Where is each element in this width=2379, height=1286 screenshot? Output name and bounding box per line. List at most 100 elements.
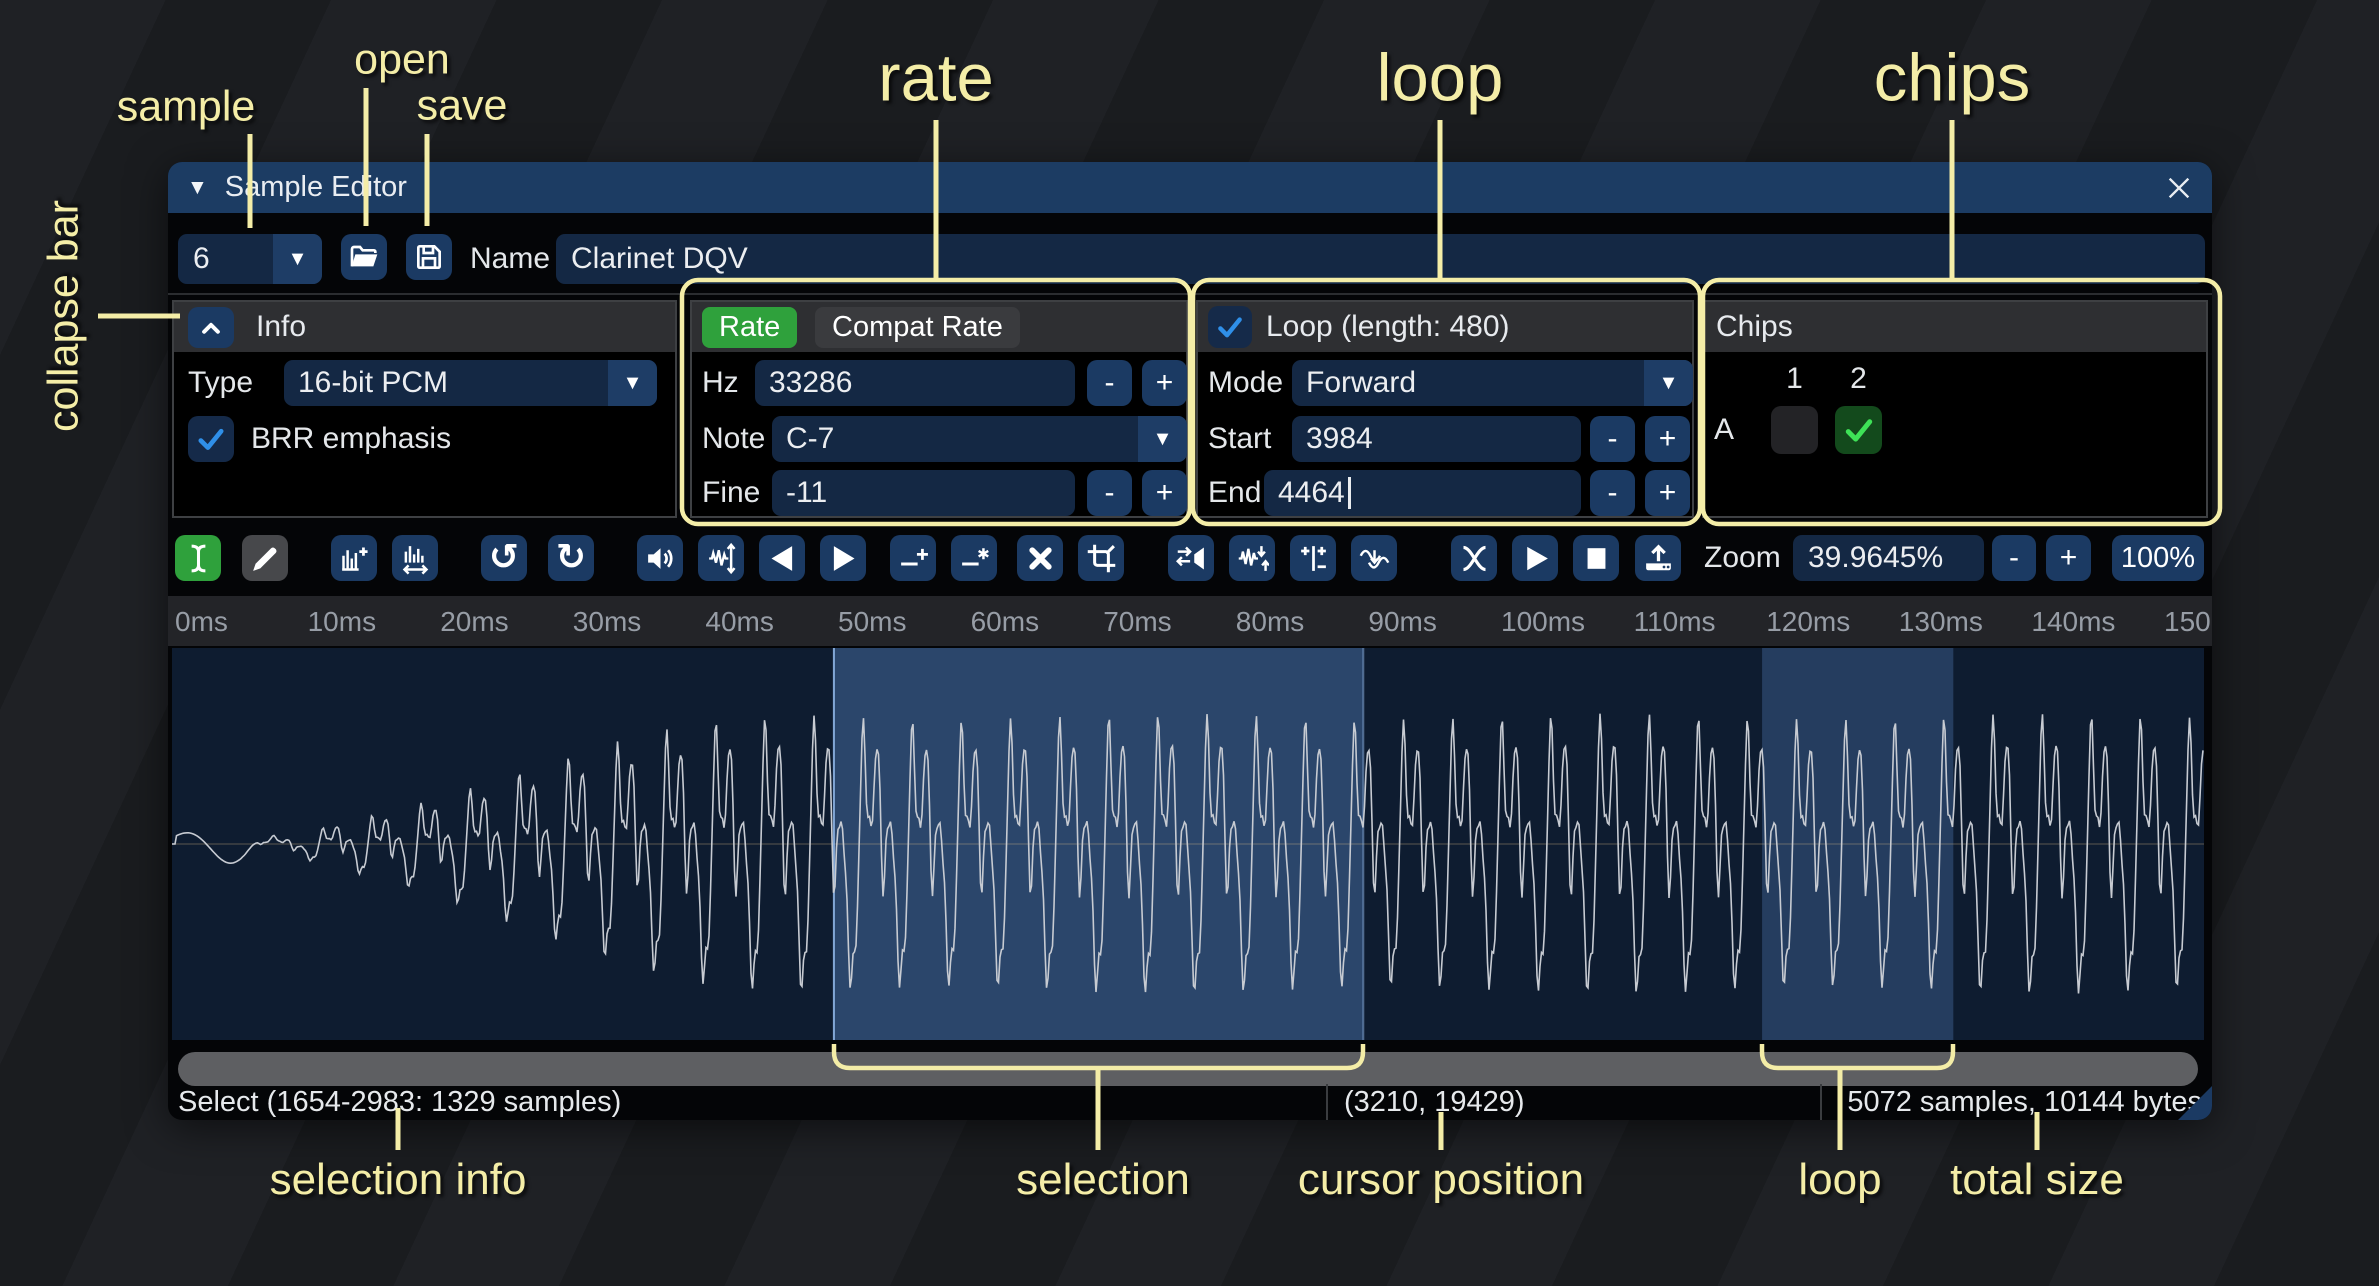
fine-minus-button[interactable]: - [1087, 470, 1132, 516]
loop-end-plus-button[interactable]: + [1645, 470, 1690, 516]
chips-title: Chips [1716, 310, 1793, 344]
fade-out-icon [827, 542, 860, 575]
redo-icon: ↻ [556, 540, 586, 576]
check-icon [193, 421, 229, 457]
annotation-cursor-position: cursor position [1298, 1155, 1584, 1205]
save-floppy-icon [413, 241, 445, 273]
silence-plus-icon [897, 542, 930, 575]
chevron-down-icon: ▼ [1644, 360, 1693, 406]
pencil-icon [249, 542, 282, 575]
insert-silence-button[interactable] [890, 535, 936, 581]
loop-section: Loop (length: 480) Mode Forward ▼ Start … [1196, 300, 1694, 518]
invert-button[interactable] [1229, 535, 1275, 581]
annotation-sample: sample [117, 83, 256, 132]
play-button[interactable] [1512, 535, 1558, 581]
edit-mode-draw-button[interactable] [242, 535, 288, 581]
chip-row-a-label: A [1714, 406, 1734, 454]
window-title: Sample Editor [225, 171, 407, 204]
chip-a2-checkbox[interactable] [1835, 406, 1882, 454]
loop-mode-dropdown[interactable]: Forward ▼ [1292, 360, 1693, 406]
waveform-view[interactable] [172, 648, 2204, 1040]
brr-emphasis-label: BRR emphasis [251, 416, 451, 462]
note-dropdown[interactable]: C-7 ▼ [772, 416, 1187, 462]
resize-grip[interactable] [2178, 1086, 2212, 1120]
wave-invert-icon [1236, 542, 1269, 575]
normalize-button[interactable] [698, 535, 744, 581]
open-sample-button[interactable] [341, 234, 387, 280]
waveform-canvas [172, 648, 2204, 1040]
signed-unsigned-button[interactable] [1290, 535, 1336, 581]
save-sample-button[interactable] [406, 234, 452, 280]
time-ruler[interactable]: 0ms10ms20ms30ms40ms50ms60ms70ms80ms90ms1… [168, 596, 2212, 646]
loop-start-plus-button[interactable]: + [1645, 416, 1690, 462]
status-cursor-position: (3210, 19429) [1344, 1086, 1525, 1118]
zoom-label: Zoom [1704, 533, 1781, 583]
edit-mode-select-button[interactable] [175, 535, 221, 581]
name-input[interactable]: Clarinet DQV [556, 234, 2205, 284]
hz-plus-button[interactable]: + [1142, 360, 1187, 406]
redo-button[interactable]: ↻ [548, 535, 594, 581]
window-collapse-icon[interactable]: ▼ [187, 176, 208, 200]
annotation-chips: chips [1874, 40, 2030, 117]
annotation-loop-bottom: loop [1798, 1155, 1881, 1205]
loop-start-value: 3984 [1306, 422, 1373, 456]
play-icon [1519, 542, 1552, 575]
zoom-out-button[interactable]: - [1992, 535, 2036, 581]
resample-button[interactable] [392, 535, 438, 581]
delete-button[interactable] [1017, 535, 1063, 581]
zoom-reset-button[interactable]: 100% [2112, 535, 2204, 581]
import-button[interactable] [1635, 535, 1681, 581]
loop-enable-checkbox[interactable] [1208, 306, 1252, 348]
sample-number-combo[interactable]: 6 ▼ [178, 234, 322, 284]
annotation-rate: rate [878, 40, 993, 117]
fine-plus-button[interactable]: + [1142, 470, 1187, 516]
undo-button[interactable]: ↺ [481, 535, 527, 581]
close-button[interactable] [2158, 167, 2200, 209]
tab-rate[interactable]: Rate [702, 307, 797, 348]
trim-button[interactable] [1078, 535, 1124, 581]
horizontal-scrollbar[interactable] [178, 1052, 2198, 1086]
chip-a1-checkbox[interactable] [1771, 406, 1818, 454]
chips-section: Chips 1 2 A [1702, 300, 2208, 518]
titlebar[interactable]: ▼ Sample Editor [168, 162, 2212, 213]
amplify-button[interactable] [637, 535, 683, 581]
brr-emphasis-checkbox[interactable] [188, 416, 234, 462]
fade-in-icon [766, 542, 799, 575]
annotation-loop: loop [1377, 40, 1504, 117]
close-icon [2163, 172, 2195, 204]
annotation-open: open [354, 36, 450, 85]
ruler-tick: 150ms [2164, 606, 2212, 638]
filter-button[interactable] [1351, 535, 1397, 581]
annotation-total-size: total size [1950, 1155, 2124, 1205]
type-dropdown[interactable]: 16-bit PCM ▼ [284, 360, 657, 406]
loop-start-input[interactable]: 3984 [1292, 416, 1581, 462]
zoom-in-button[interactable]: + [2046, 535, 2091, 581]
ruler-tick: 30ms [573, 606, 641, 638]
loop-end-minus-button[interactable]: - [1590, 470, 1635, 516]
fine-input[interactable]: -11 [772, 470, 1075, 516]
stop-button[interactable] [1573, 535, 1619, 581]
ruler-tick: 120ms [1766, 606, 1850, 638]
fade-in-button[interactable] [759, 535, 805, 581]
status-selection-info: Select (1654-2983: 1329 samples) [178, 1086, 621, 1118]
status-total-size: 5072 samples, 10144 bytes [1847, 1086, 2202, 1118]
resize-button[interactable] [331, 535, 377, 581]
chevron-down-icon[interactable]: ▼ [273, 234, 322, 284]
hz-minus-button[interactable]: - [1087, 360, 1132, 406]
zoom-input[interactable]: 39.9645% [1793, 535, 1984, 581]
apply-silence-button[interactable] [951, 535, 997, 581]
reverse-button[interactable] [1168, 535, 1214, 581]
loop-start-minus-button[interactable]: - [1590, 416, 1635, 462]
loop-end-input[interactable]: 4464 [1264, 470, 1581, 516]
ruler-tick: 130ms [1899, 606, 1983, 638]
crossfade-preview-button[interactable] [1451, 535, 1497, 581]
annotation-selection: selection [1016, 1155, 1190, 1205]
sample-number-value: 6 [178, 242, 273, 276]
ruler-tick: 0ms [175, 606, 228, 638]
hz-input[interactable]: 33286 [755, 360, 1075, 406]
collapse-bar-button[interactable] [188, 307, 234, 348]
ruler-tick: 10ms [308, 606, 376, 638]
fade-out-button[interactable] [820, 535, 866, 581]
tab-compat-rate[interactable]: Compat Rate [815, 307, 1020, 348]
chevron-up-icon [196, 313, 226, 343]
